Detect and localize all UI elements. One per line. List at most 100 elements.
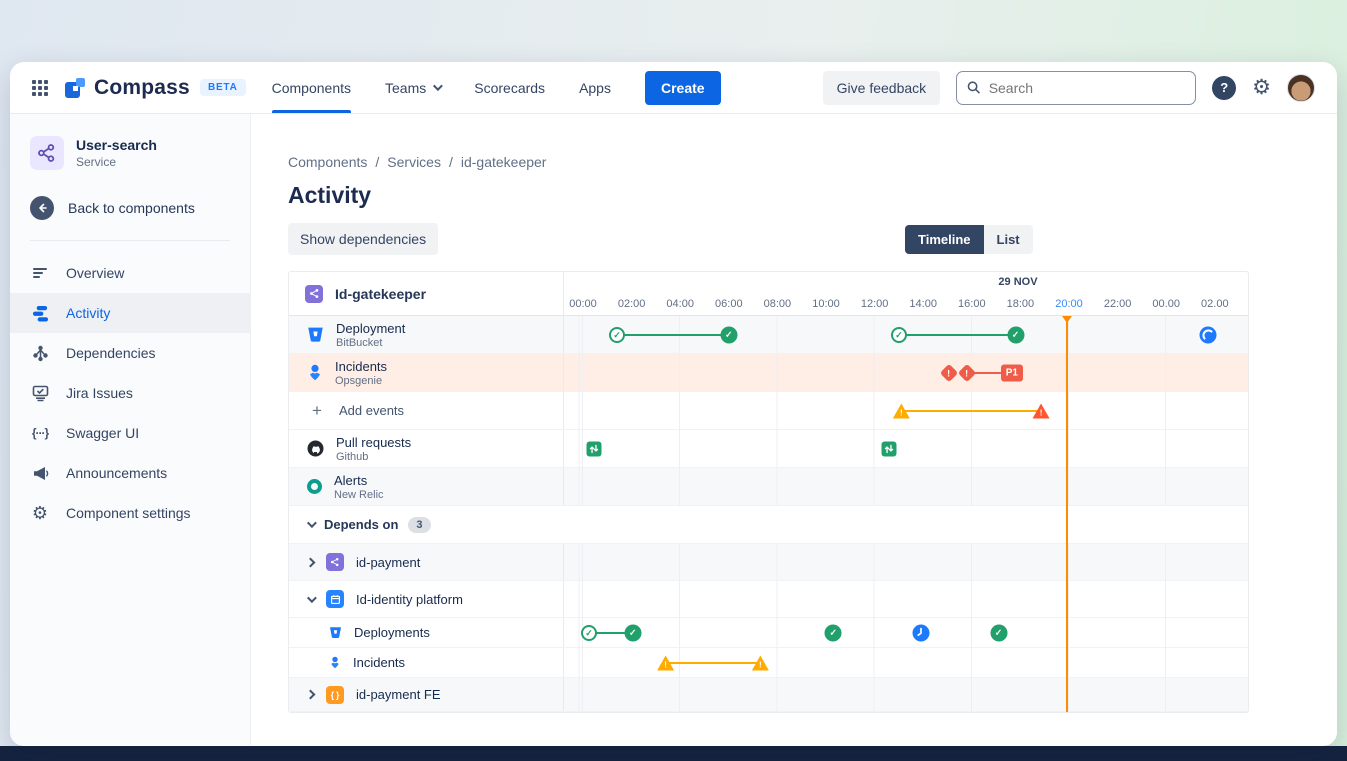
overview-icon [30,265,50,281]
check-solid-marker[interactable]: ✓ [990,625,1007,642]
create-button[interactable]: Create [645,71,721,105]
pr-marker[interactable] [882,442,897,457]
check-solid-marker[interactable]: ✓ [624,625,641,642]
github-icon [307,440,324,457]
jira-issues-icon [30,385,50,402]
back-label: Back to components [68,200,195,216]
event-segment [901,410,1041,412]
component-name: User-search [76,137,157,153]
sidebar-item-swagger-ui[interactable]: {···} Swagger UI [10,413,250,453]
event-segment [666,662,761,664]
brand-name: Compass [94,76,190,100]
sidebar-divider [30,240,230,241]
nav-right-group: Give feedback ? ⚙ [823,71,1315,105]
compass-logo-icon [64,77,86,99]
sidebar-item-activity[interactable]: Activity [10,293,250,333]
incident-marker[interactable]: ! [940,364,958,382]
bitbucket-icon [307,326,324,343]
nav-item-apps[interactable]: Apps [579,62,611,113]
time-tick-label: 08:00 [764,298,792,310]
chevron-right-icon[interactable] [306,557,316,567]
nav-item-teams[interactable]: Teams [385,62,440,113]
timeline-row-add-events[interactable]: + Add events !! [289,392,1248,430]
chevron-down-icon[interactable] [307,518,317,528]
search-box[interactable] [956,71,1196,105]
row-id-payment-fe[interactable]: { } id-payment FE [289,678,1248,712]
timeline-tab[interactable]: Timeline [905,225,984,254]
page-title: Activity [288,182,1337,209]
chevron-right-icon[interactable] [306,690,316,700]
timeline-body: DeploymentBitBucket ✓✓✓✓ IncidentsOpsgen… [289,316,1248,712]
compass-logo[interactable]: Compass [64,76,190,100]
progress-marker[interactable] [1199,327,1216,344]
app-window: Compass BETA Components Teams Scorecards… [10,62,1337,746]
p1-marker[interactable]: P1 [1001,365,1023,382]
breadcrumb-components[interactable]: Components [288,154,367,170]
clock-marker[interactable] [912,625,929,642]
row-identity-deployments: Deployments ✓✓✓✓ [289,618,1248,648]
pr-marker[interactable] [586,442,601,457]
plus-icon: + [307,401,327,421]
row-identity-incidents: Incidents !! [289,648,1248,678]
timeline-row-deployment: DeploymentBitBucket ✓✓✓✓ [289,316,1248,354]
time-axis: 00:0002:0004:0006:0008:0010:0012:0014:00… [564,272,1248,315]
opsgenie-icon [329,656,341,669]
breadcrumb-id-gatekeeper[interactable]: id-gatekeeper [461,154,547,170]
show-dependencies-button[interactable]: Show dependencies [288,223,438,255]
sidebar-item-jira-issues[interactable]: Jira Issues [10,373,250,413]
incidents-track: !! P1 [564,354,1248,392]
check-solid-marker[interactable]: ✓ [720,327,737,344]
sidebar-item-component-settings[interactable]: ⚙ Component settings [10,493,250,533]
component-type: Service [76,155,157,169]
user-avatar[interactable] [1287,74,1315,102]
timeline-row-pull-requests: Pull requestsGithub [289,430,1248,468]
depends-on-header[interactable]: Depends on 3 [289,506,1248,544]
breadcrumb: Components/ Services/ id-gatekeeper [288,154,1337,170]
new-relic-icon [307,479,322,494]
breadcrumb-services[interactable]: Services [387,154,441,170]
activity-icon [30,305,50,322]
timeline-component-name: Id-gatekeeper [335,286,426,302]
gear-icon: ⚙ [30,504,50,522]
help-icon[interactable]: ? [1212,76,1236,100]
sidebar-item-announcements[interactable]: Announcements [10,453,250,493]
time-tick-label: 02:00 [618,298,646,310]
gatekeeper-service-icon [305,285,323,303]
toolbar: Show dependencies Timeline List [288,223,1337,255]
time-tick-label: 00.00 [1152,298,1180,310]
current-time-pointer [1062,316,1072,323]
sidebar-item-dependencies[interactable]: Dependencies [10,333,250,373]
timeline-row-incidents: IncidentsOpsgenie !!P1 [289,354,1248,392]
row-id-identity-platform[interactable]: Id-identity platform [289,581,1248,618]
date-label: 29 NOV [998,276,1037,288]
app-switcher-icon[interactable] [32,80,48,96]
time-tick-label: 20:00 [1055,298,1083,310]
check-outline-marker[interactable]: ✓ [891,327,907,343]
search-input[interactable] [989,80,1185,96]
time-tick-label: 06:00 [715,298,743,310]
settings-gear-icon[interactable]: ⚙ [1252,77,1271,98]
nav-item-scorecards[interactable]: Scorecards [474,62,545,113]
chevron-down-icon[interactable] [307,593,317,603]
view-toggle: Timeline List [905,225,1033,254]
list-tab[interactable]: List [984,225,1033,254]
nav-item-components[interactable]: Components [272,62,351,113]
check-outline-marker[interactable]: ✓ [581,625,597,641]
identity-deployments-track: ✓ ✓ ✓ ✓ [564,618,1248,648]
give-feedback-button[interactable]: Give feedback [823,71,941,105]
identity-platform-track [564,581,1248,618]
timeline-header: Id-gatekeeper 00:0002:0004:0006:0008:001… [289,272,1248,316]
code-icon: { } [326,686,344,704]
back-to-components[interactable]: Back to components [10,188,250,228]
time-tick-label: 00:00 [569,298,597,310]
sidebar-item-overview[interactable]: Overview [10,253,250,293]
incident-marker[interactable]: ! [958,364,976,382]
check-solid-marker[interactable]: ✓ [1007,327,1024,344]
check-outline-marker[interactable]: ✓ [609,327,625,343]
check-solid-marker[interactable]: ✓ [825,625,842,642]
row-id-payment[interactable]: id-payment [289,544,1248,581]
id-payment-track [564,544,1248,581]
bitbucket-icon [329,626,342,639]
time-tick-label: 02.00 [1201,298,1229,310]
time-tick-label: 14:00 [909,298,937,310]
